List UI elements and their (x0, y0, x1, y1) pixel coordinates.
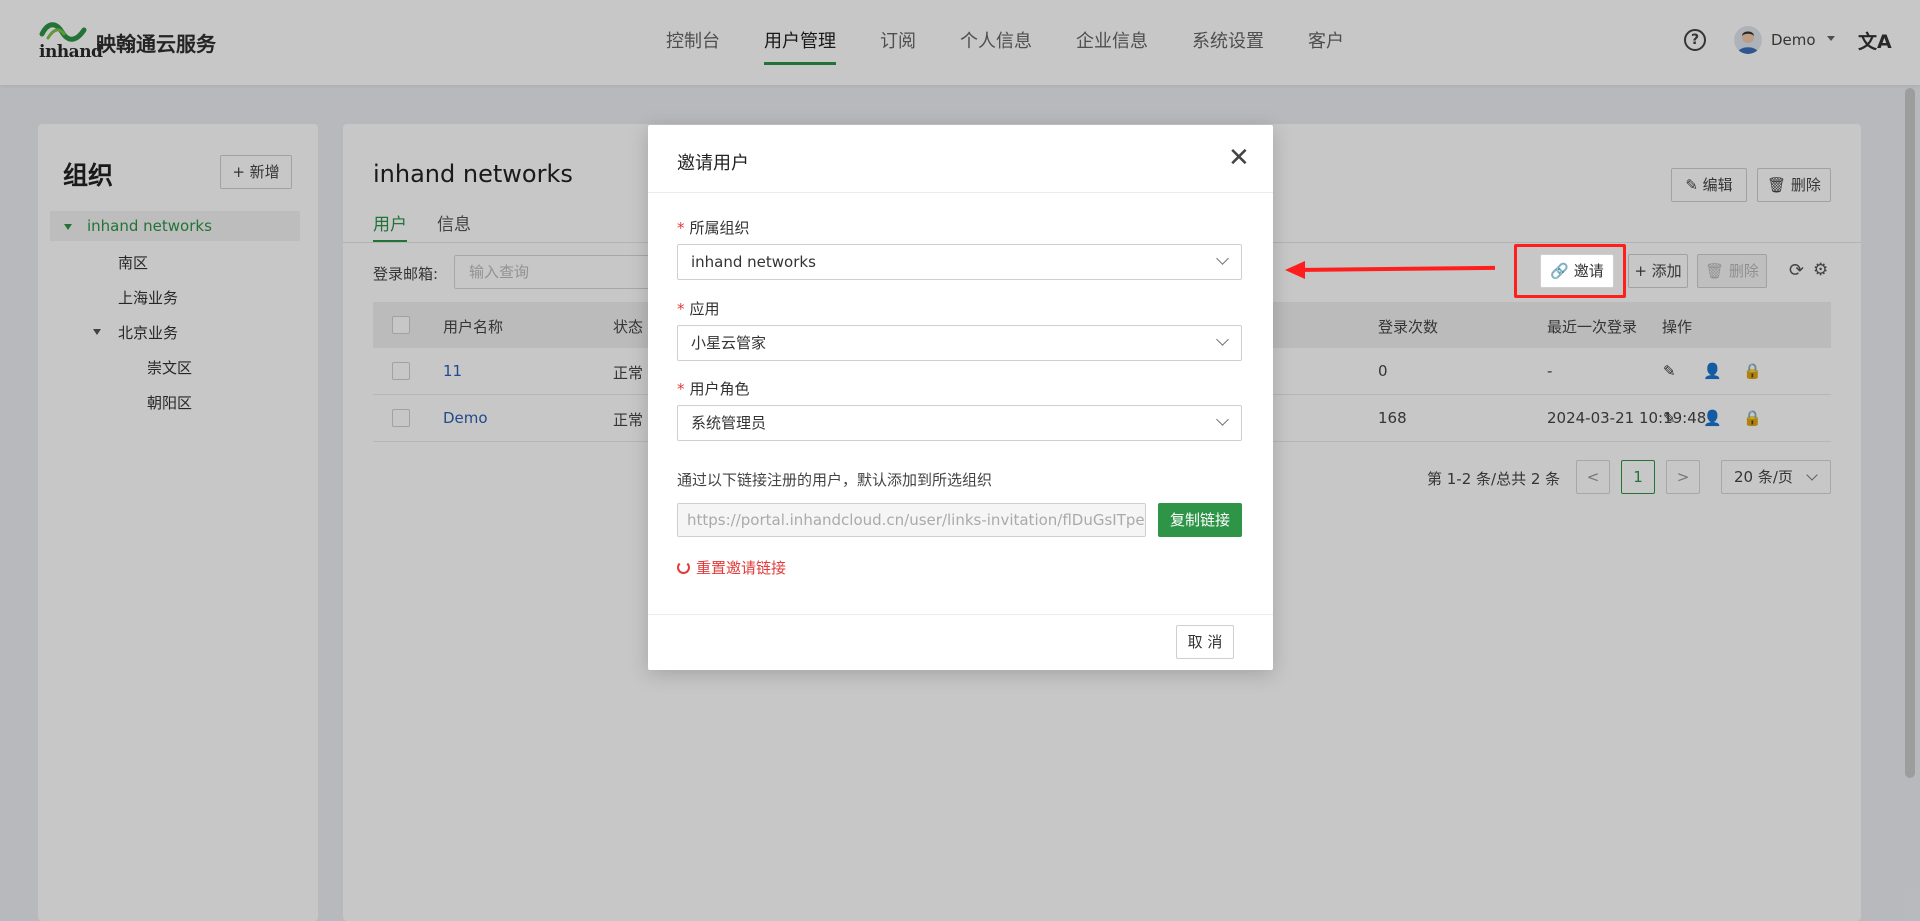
chevron-down-icon (1216, 252, 1229, 265)
org-select[interactable]: inhand networks (677, 244, 1242, 280)
dialog-title: 邀请用户 (677, 153, 749, 174)
org-select-value: inhand networks (691, 253, 816, 271)
copy-link-button[interactable]: 复制链接 (1158, 503, 1242, 537)
annotation-highlight (1514, 244, 1626, 298)
required-mark: * (677, 219, 685, 237)
app-select[interactable]: 小星云管家 (677, 325, 1242, 361)
app-select-value: 小星云管家 (691, 334, 767, 352)
annotation-arrow-head (1285, 261, 1305, 279)
org-field-label: * 所属组织 (677, 219, 750, 237)
required-mark: * (677, 380, 685, 398)
cancel-button[interactable]: 取 消 (1176, 625, 1234, 659)
reset-invite-link[interactable]: 重置邀请链接 (677, 557, 786, 578)
app-field-label: * 应用 (677, 300, 720, 318)
role-select[interactable]: 系统管理员 (677, 405, 1242, 441)
chevron-down-icon (1216, 413, 1229, 426)
role-select-value: 系统管理员 (691, 414, 767, 432)
invite-user-dialog: 邀请用户 ✕ * 所属组织 inhand networks * 应用 小星云管家 *… (648, 125, 1273, 670)
invite-link-input[interactable]: https://portal.inhandcloud.cn/user/links… (677, 503, 1146, 537)
chevron-down-icon (1216, 333, 1229, 346)
dialog-footer-divider (648, 614, 1273, 615)
role-field-label: * 用户角色 (677, 380, 750, 398)
required-mark: * (677, 300, 685, 318)
invite-note: 通过以下链接注册的用户，默认添加到所选组织 (677, 471, 993, 489)
close-icon[interactable]: ✕ (1228, 145, 1250, 171)
dialog-header: 邀请用户 ✕ (648, 125, 1273, 193)
refresh-icon (677, 561, 690, 574)
